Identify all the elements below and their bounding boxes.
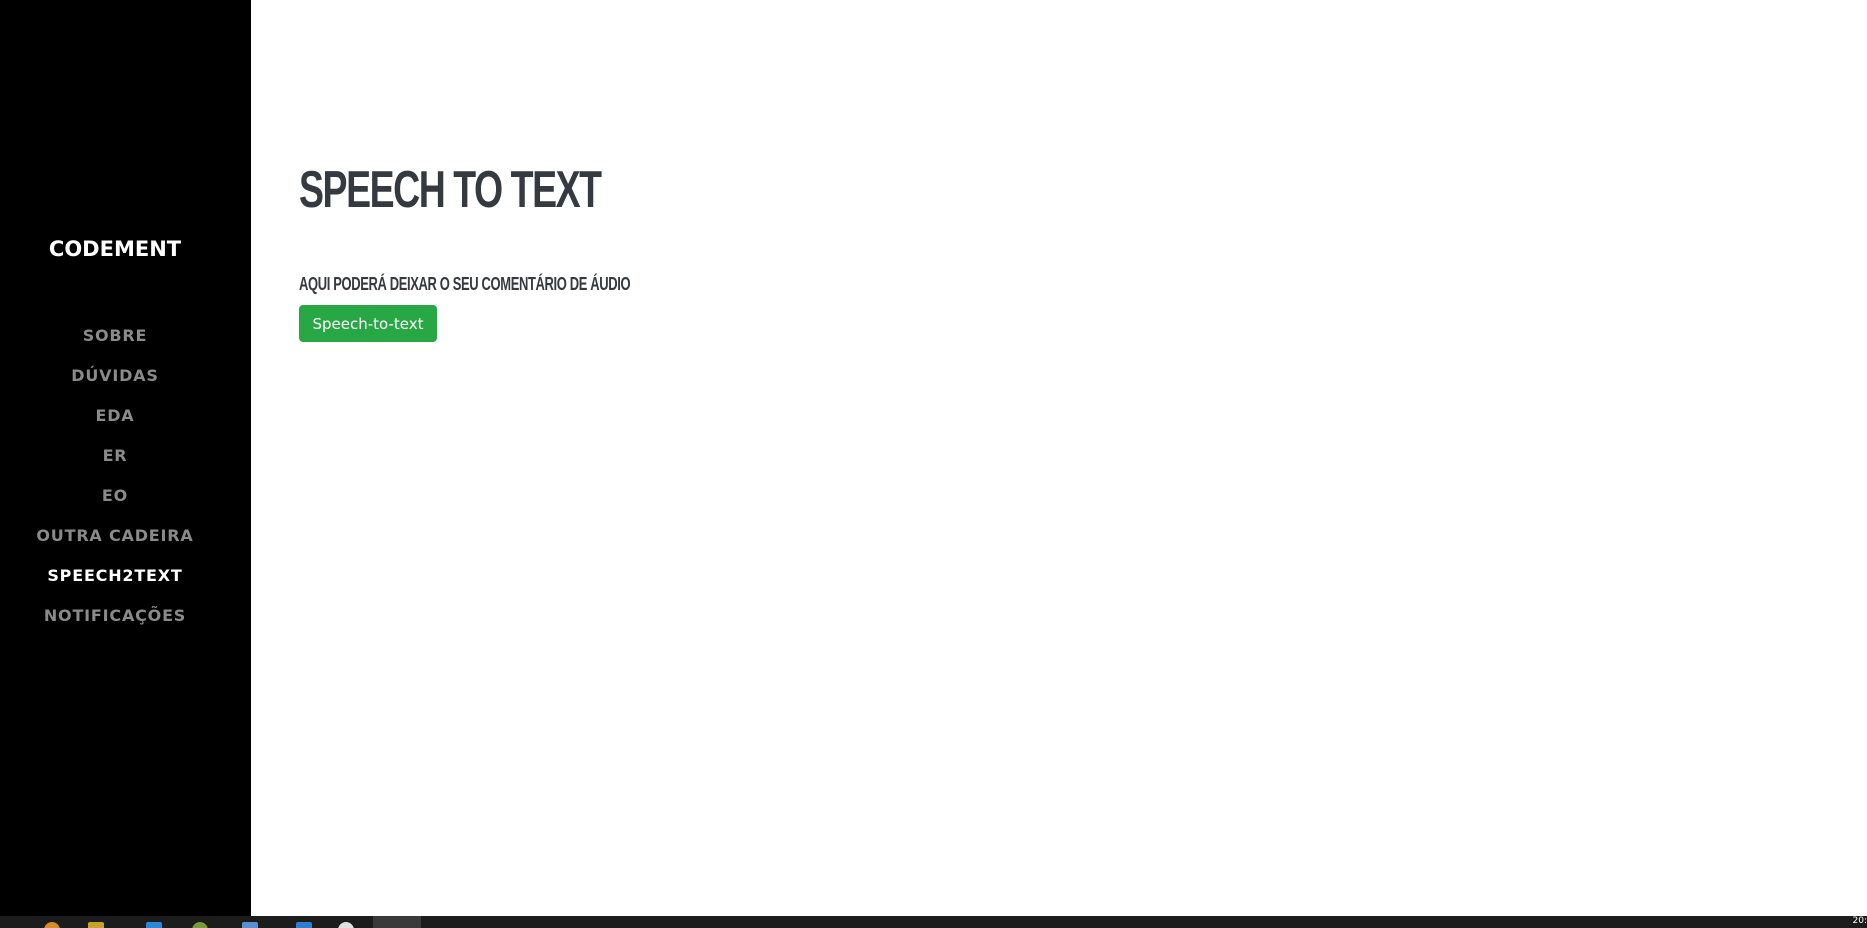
- taskbar-clock[interactable]: 20:: [1853, 916, 1867, 926]
- sidebar-item-duvidas[interactable]: DÚVIDAS: [0, 362, 230, 402]
- sidebar-nav: SOBRE DÚVIDAS EDA ER EO OUTRA CADEIRA SP…: [0, 322, 230, 642]
- sidebar-item-speech2text[interactable]: SPEECH2TEXT: [0, 562, 230, 602]
- chrome-icon[interactable]: [338, 922, 354, 928]
- sidebar-item-outra-cadeira[interactable]: OUTRA CADEIRA: [0, 522, 230, 562]
- sidebar: CODEMENT SOBRE DÚVIDAS EDA ER EO OUTRA C…: [0, 0, 251, 916]
- os-taskbar: 20:: [0, 916, 1867, 928]
- taskbar-app-icon[interactable]: [44, 922, 60, 928]
- main-content: SPEECH TO TEXT AQUI PODERÁ DEIXAR O SEU …: [251, 0, 1867, 916]
- folder-icon[interactable]: [88, 922, 104, 928]
- app-window: CODEMENT SOBRE DÚVIDAS EDA ER EO OUTRA C…: [0, 0, 1867, 928]
- sidebar-item-eda[interactable]: EDA: [0, 402, 230, 442]
- sidebar-item-er[interactable]: ER: [0, 442, 230, 482]
- taskbar-app-icon[interactable]: [192, 922, 208, 928]
- vscode-icon[interactable]: [146, 922, 162, 928]
- brand-logo-text[interactable]: CODEMENT: [0, 237, 230, 261]
- sidebar-item-notificacoes[interactable]: NOTIFICAÇÕES: [0, 602, 230, 642]
- taskbar-app-icon[interactable]: [242, 922, 258, 928]
- page-subtitle: AQUI PODERÁ DEIXAR O SEU COMENTÁRIO DE Á…: [299, 274, 631, 294]
- speech-to-text-button[interactable]: Speech-to-text: [299, 305, 437, 342]
- sidebar-item-eo[interactable]: EO: [0, 482, 230, 522]
- taskbar-app-icon[interactable]: [296, 922, 312, 928]
- page-title: SPEECH TO TEXT: [299, 161, 602, 219]
- taskbar-active-app[interactable]: [373, 916, 421, 928]
- sidebar-item-sobre[interactable]: SOBRE: [0, 322, 230, 362]
